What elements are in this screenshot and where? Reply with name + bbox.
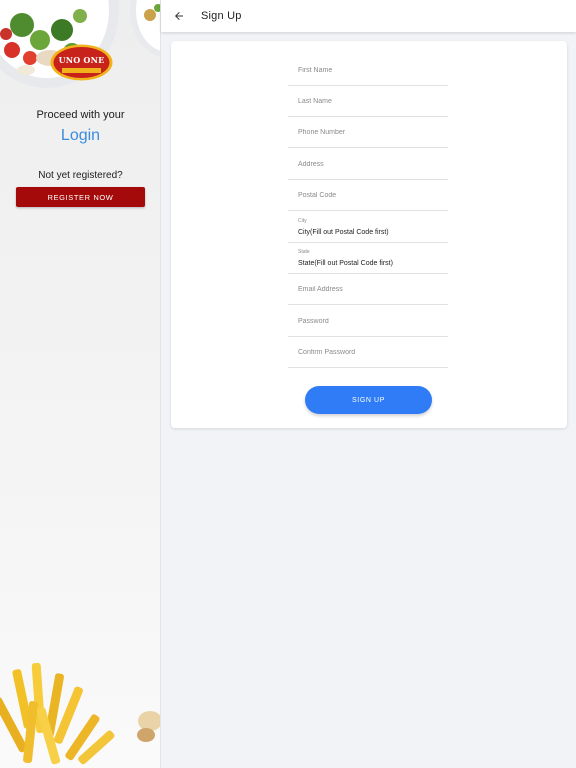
confirm-password-field (288, 337, 448, 368)
city-value: City(Fill out Postal Code first) (298, 229, 389, 236)
login-link[interactable]: Login (0, 127, 160, 145)
email-field (288, 274, 448, 305)
phone-field (288, 117, 448, 148)
signup-form-card: City City(Fill out Postal Code first) St… (171, 41, 567, 428)
back-button[interactable] (170, 7, 188, 25)
proceed-text: Proceed with your (36, 109, 125, 121)
postal-code-field (288, 180, 448, 211)
address-field (288, 149, 448, 180)
password-field (288, 306, 448, 337)
app-bar: Sign Up (161, 0, 576, 32)
state-label: State (298, 249, 310, 255)
city-field[interactable]: City City(Fill out Postal Code first) (288, 212, 448, 243)
fries-image (0, 662, 160, 765)
phone-number-input[interactable] (298, 117, 446, 147)
first-name-field (288, 55, 448, 86)
email-address-input[interactable] (298, 274, 446, 304)
left-panel: UNO ONE Proceed with your Login Not yet … (0, 0, 161, 768)
password-input[interactable] (298, 306, 446, 336)
not-registered-text: Not yet registered? (38, 170, 123, 181)
brand-logo-text: UNO ONE (58, 55, 105, 65)
postal-code-input[interactable] (298, 180, 446, 210)
sign-up-button[interactable]: SIGN UP (305, 386, 432, 414)
address-input[interactable] (298, 149, 446, 179)
side-plate-image (130, 0, 160, 57)
last-name-input[interactable] (298, 86, 446, 116)
page-title: Sign Up (201, 10, 242, 22)
arrow-left-icon (175, 12, 183, 20)
last-name-field (288, 86, 448, 117)
city-label: City (298, 218, 307, 224)
confirm-password-input[interactable] (298, 337, 446, 367)
state-value: State(Fill out Postal Code first) (298, 260, 393, 267)
state-field[interactable]: State State(Fill out Postal Code first) (288, 243, 448, 274)
register-now-button[interactable]: REGISTER NOW (16, 187, 145, 207)
first-name-input[interactable] (298, 55, 446, 85)
